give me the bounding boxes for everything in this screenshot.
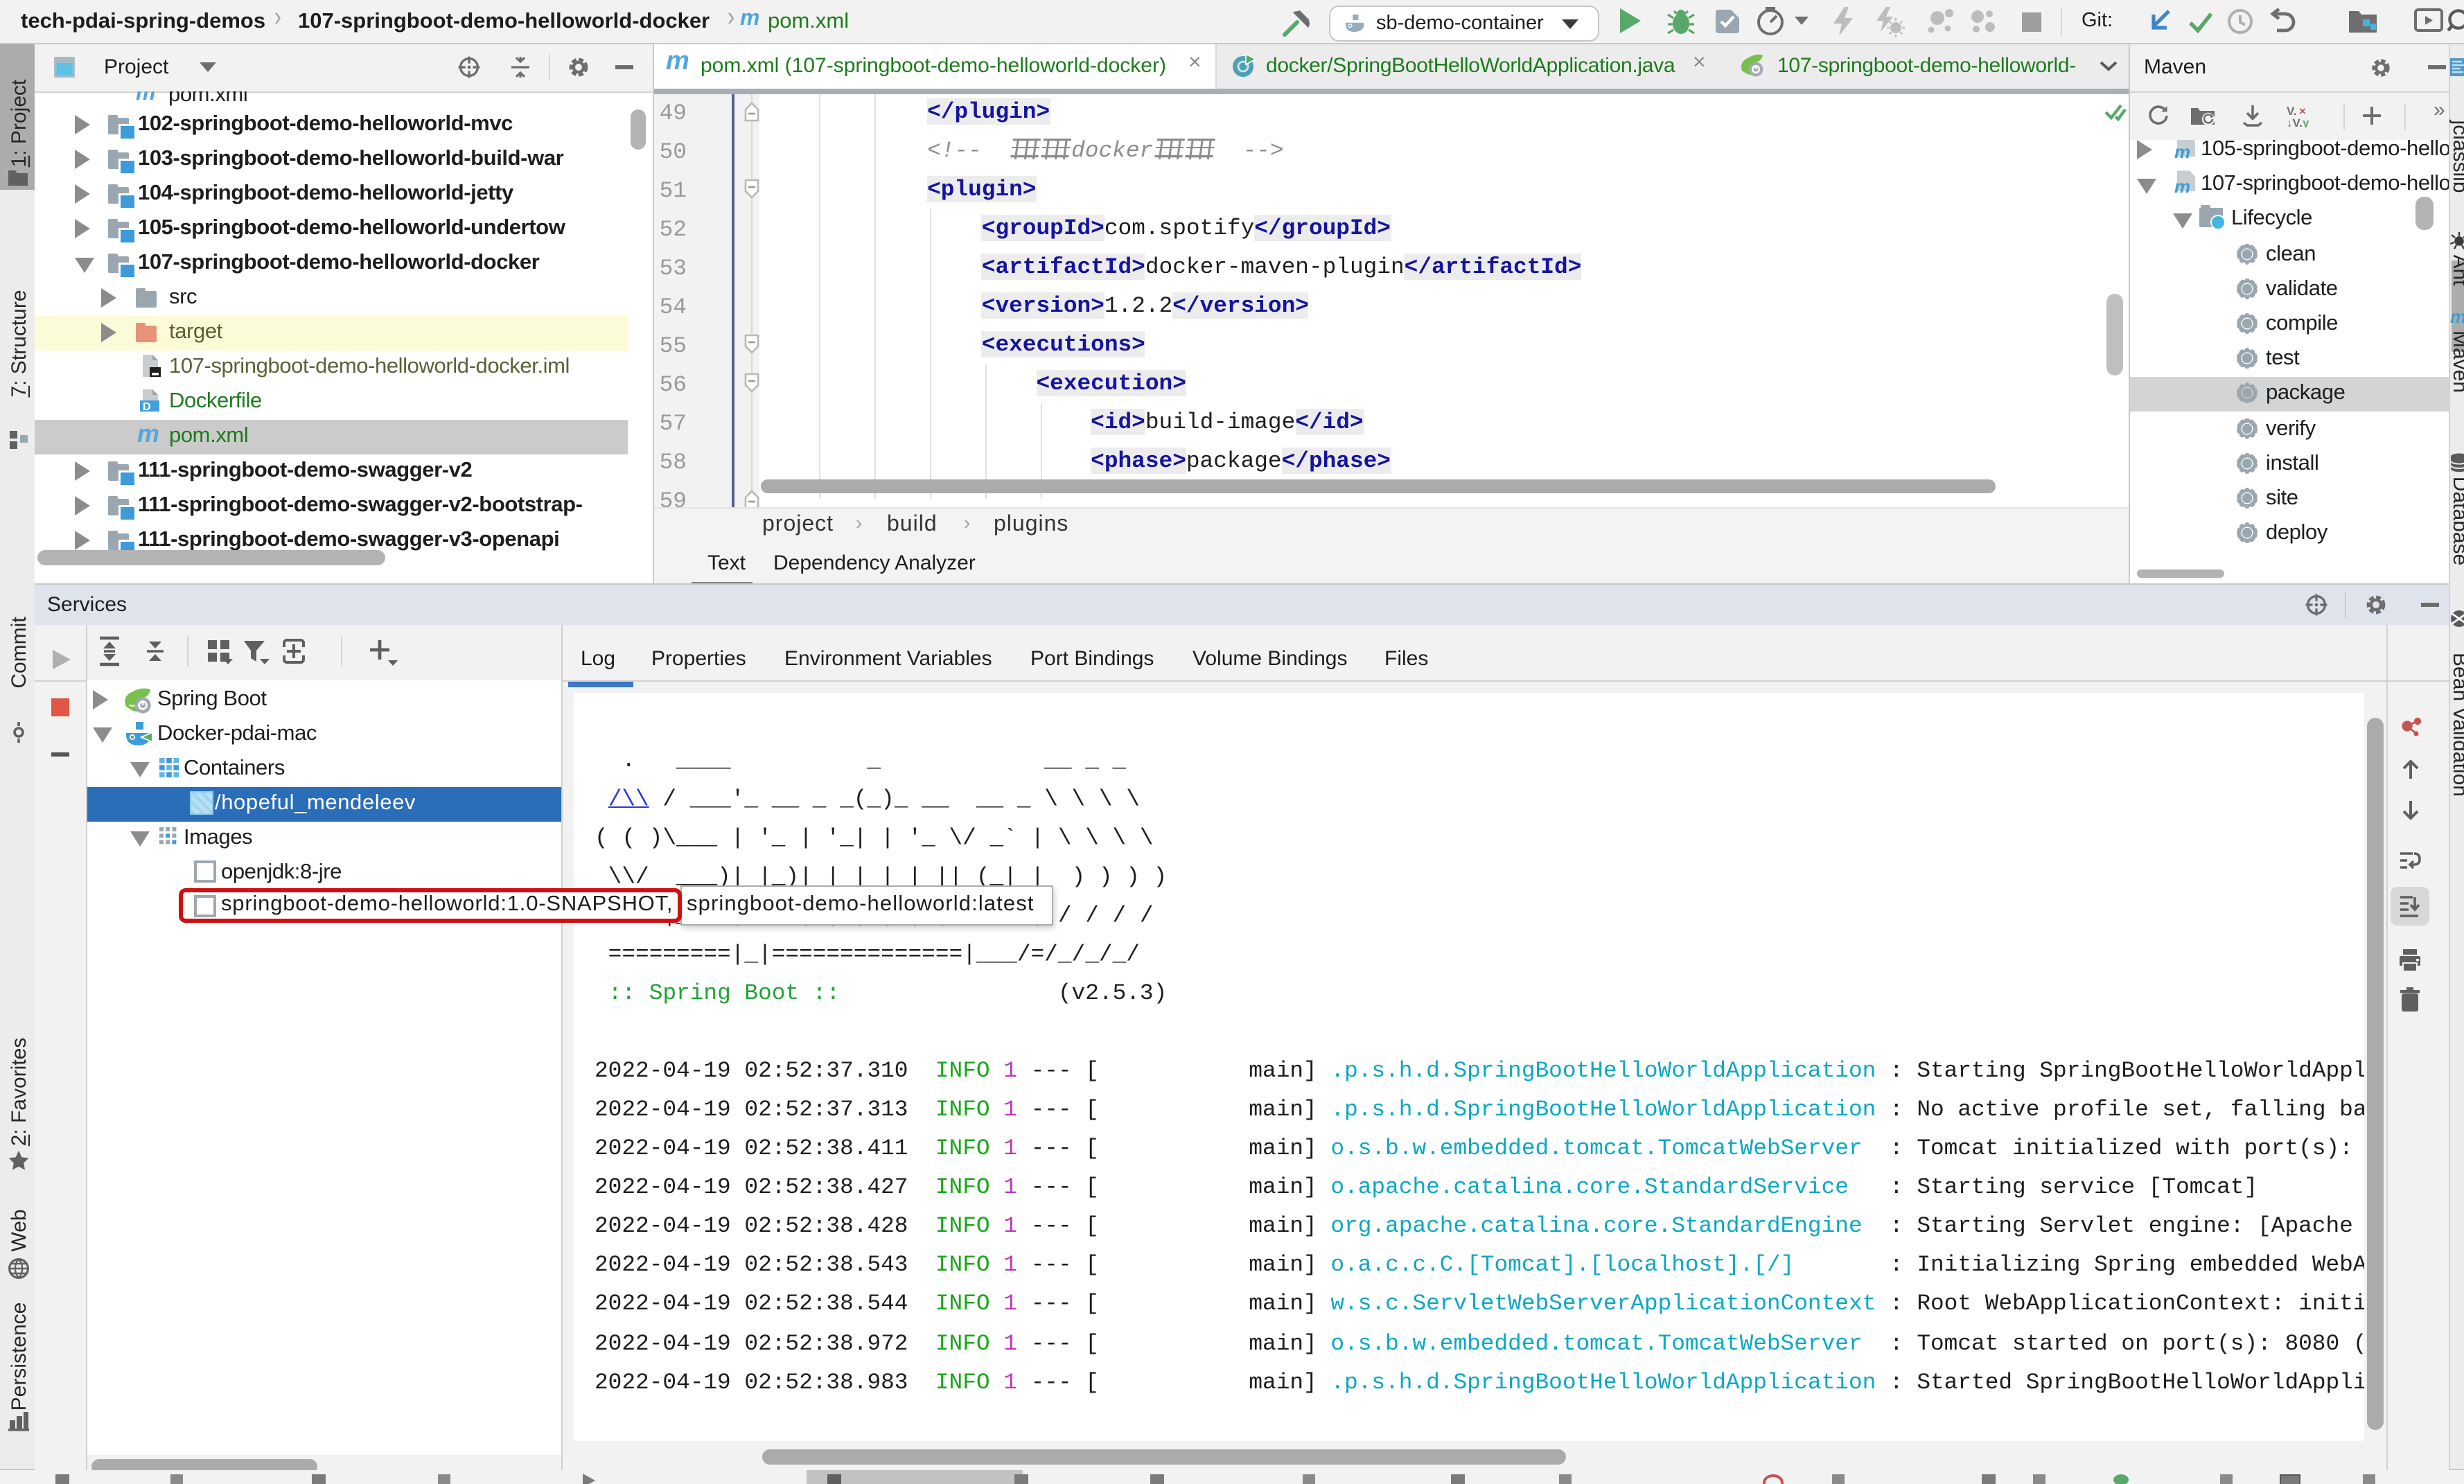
svg-text:y: y <box>2303 116 2309 127</box>
svg-text:D: D <box>143 401 150 413</box>
svg-text:↓V.: ↓V. <box>2287 116 2303 127</box>
